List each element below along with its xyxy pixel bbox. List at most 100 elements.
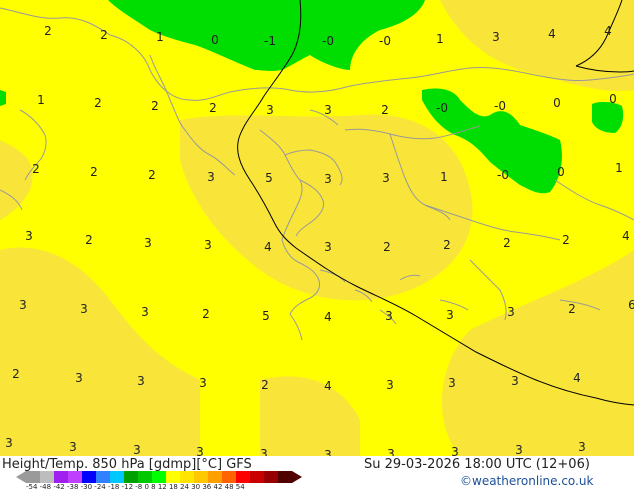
scale-swatch xyxy=(166,471,180,483)
temperature-label: 2 xyxy=(148,168,156,182)
temperature-label: 3 xyxy=(25,229,33,243)
map-title: Height/Temp. 850 hPa [gdmp][°C] GFS xyxy=(2,457,252,472)
scale-swatch xyxy=(40,471,54,483)
temperature-label: 3 xyxy=(448,376,456,390)
temperature-label: 3 xyxy=(382,171,390,185)
temperature-label: -0 xyxy=(497,168,509,182)
scale-swatch xyxy=(54,471,68,483)
temperature-label: 4 xyxy=(604,24,612,38)
temperature-label: 2 xyxy=(443,238,451,252)
temperature-label: 2 xyxy=(94,96,102,110)
temperature-label: 3 xyxy=(511,374,519,388)
scale-swatch xyxy=(278,471,292,483)
temperature-label: 5 xyxy=(262,309,270,323)
credit[interactable]: ©weatheronline.co.uk xyxy=(460,474,593,488)
temperature-label: 3 xyxy=(207,170,215,184)
temperature-label: 6 xyxy=(628,298,634,312)
temperature-label: 1 xyxy=(436,32,444,46)
temperature-label: 2 xyxy=(383,240,391,254)
temperature-label: 2 xyxy=(202,307,210,321)
temperature-label: -0 xyxy=(379,34,391,48)
temperature-label: 3 xyxy=(199,376,207,390)
scale-swatch xyxy=(26,471,40,483)
temperature-label: 3 xyxy=(69,440,77,454)
temperature-label: 3 xyxy=(515,443,523,456)
scale-swatch xyxy=(138,471,152,483)
map-footer: Height/Temp. 850 hPa [gdmp][°C] GFS Su 2… xyxy=(0,456,634,491)
scale-swatch xyxy=(124,471,138,483)
temperature-color-scale xyxy=(16,471,302,483)
temperature-label: 1 xyxy=(615,161,623,175)
temperature-label: 3 xyxy=(324,448,332,456)
temperature-label: 0 xyxy=(609,92,617,106)
temperature-label: 3 xyxy=(75,371,83,385)
scale-swatch xyxy=(236,471,250,483)
temperature-label: 2 xyxy=(261,378,269,392)
temperature-label: 2 xyxy=(85,233,93,247)
temperature-label: 3 xyxy=(141,305,149,319)
scale-swatch xyxy=(152,471,166,483)
temperature-label: 3 xyxy=(133,443,141,456)
temperature-label: 1 xyxy=(156,30,164,44)
temperature-label: 2 xyxy=(151,99,159,113)
cold-zone-west-edge xyxy=(0,90,6,106)
temperature-label: 4 xyxy=(622,229,630,243)
temperature-label: 2 xyxy=(209,101,217,115)
temperature-label: 3 xyxy=(578,440,586,454)
temperature-label: 0 xyxy=(557,165,565,179)
temperature-label: 4 xyxy=(324,379,332,393)
temperature-label: 4 xyxy=(264,240,272,254)
temperature-label: 3 xyxy=(446,308,454,322)
temperature-label: 3 xyxy=(385,309,393,323)
temperature-label: 0 xyxy=(553,96,561,110)
scale-swatch xyxy=(82,471,96,483)
scale-swatch xyxy=(68,471,82,483)
temperature-label: 2 xyxy=(90,165,98,179)
temperature-label: 4 xyxy=(324,310,332,324)
temperature-label: 2 xyxy=(381,103,389,117)
temperature-label: 3 xyxy=(204,238,212,252)
temperature-label: 2 xyxy=(568,302,576,316)
temperature-label: 3 xyxy=(80,302,88,316)
temperature-label: 3 xyxy=(266,103,274,117)
temperature-label: 2 xyxy=(12,367,20,381)
temperature-label: -0 xyxy=(494,99,506,113)
temperature-label: 3 xyxy=(386,378,394,392)
temperature-label: 3 xyxy=(19,298,27,312)
temperature-label: -1 xyxy=(264,34,276,48)
temperature-label: 3 xyxy=(492,30,500,44)
temperature-label: 0 xyxy=(211,33,219,47)
temperature-label: 2 xyxy=(100,28,108,42)
temperature-label: 4 xyxy=(573,371,581,385)
temperature-label: 2 xyxy=(562,233,570,247)
temperature-label: 1 xyxy=(440,170,448,184)
scale-arrow-left xyxy=(16,471,26,483)
temperature-label: 5 xyxy=(265,171,273,185)
temperature-label: 3 xyxy=(196,445,204,456)
temperature-label: 3 xyxy=(324,172,332,186)
scale-swatch xyxy=(110,471,124,483)
temperature-label: 3 xyxy=(5,436,13,450)
temperature-label: 2 xyxy=(32,162,40,176)
temperature-label: 3 xyxy=(507,305,515,319)
scale-swatch xyxy=(264,471,278,483)
scale-swatch xyxy=(194,471,208,483)
scale-swatch xyxy=(222,471,236,483)
temperature-label: 3 xyxy=(324,103,332,117)
scale-swatch xyxy=(250,471,264,483)
temperature-label: 2 xyxy=(44,24,52,38)
scale-arrow-right xyxy=(292,471,302,483)
temperature-label: -0 xyxy=(322,34,334,48)
temperature-label: 3 xyxy=(260,447,268,456)
temperature-label: -0 xyxy=(436,101,448,115)
temperature-label: 4 xyxy=(548,27,556,41)
scale-swatch xyxy=(96,471,110,483)
temperature-label: 1 xyxy=(37,93,45,107)
scale-swatch xyxy=(208,471,222,483)
weather-map: 2 2 1 0 -1 -0 -0 1 3 4 4 1 2 2 2 3 3 2 -0 -0 0 0 2 2 2 3 5 3 3 1 -0 0 1 3… xyxy=(0,0,634,456)
temperature-label: 3 xyxy=(137,374,145,388)
map-datetime: Su 29-03-2026 18:00 UTC (12+06) xyxy=(364,457,590,472)
scale-swatch xyxy=(180,471,194,483)
temperature-label: 3 xyxy=(144,236,152,250)
temperature-label: 3 xyxy=(451,445,459,456)
